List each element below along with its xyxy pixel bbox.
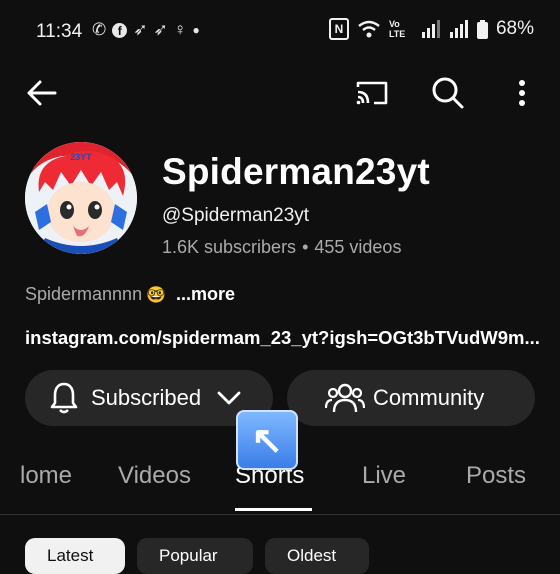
channel-handle: @Spiderman23yt bbox=[162, 205, 310, 226]
tab-posts[interactable]: Posts bbox=[466, 462, 526, 490]
facebook-icon: f bbox=[112, 22, 128, 38]
stats-separator: • bbox=[302, 237, 309, 257]
system-icons: N Vo LTE 68% bbox=[328, 18, 534, 40]
cast-icon bbox=[356, 81, 388, 105]
wifi-icon bbox=[358, 20, 380, 38]
video-count: 455 videos bbox=[314, 237, 402, 257]
search-button[interactable] bbox=[426, 71, 470, 115]
channel-description[interactable]: Spidermannnn 🤓 ...more bbox=[25, 284, 235, 305]
community-label: Community bbox=[373, 385, 485, 410]
chevron-down-icon bbox=[217, 391, 241, 405]
back-arrow-icon bbox=[27, 80, 57, 106]
tab-home[interactable]: lome bbox=[20, 462, 72, 490]
people-icon bbox=[325, 383, 365, 413]
avatar-text: 23YT bbox=[70, 152, 92, 162]
battery-icon bbox=[476, 19, 488, 39]
volte-icon: Vo LTE bbox=[388, 19, 406, 39]
signal-icon bbox=[449, 20, 468, 38]
tab-videos[interactable]: Videos bbox=[118, 462, 191, 490]
status-bar: 11:34 ✆ f ➶ ➶ ♀ ● N Vo LTE 68% bbox=[0, 0, 560, 62]
community-button[interactable]: Community bbox=[287, 370, 535, 426]
channel-link[interactable]: instagram.com/spidermam_23_yt?igsh=OGt3b… bbox=[25, 327, 540, 349]
cast-button[interactable] bbox=[350, 71, 394, 115]
chip-popular[interactable]: Popular bbox=[137, 538, 253, 574]
active-tab-indicator bbox=[235, 508, 312, 511]
feather-icon: ➶ bbox=[133, 20, 148, 39]
app-bar bbox=[0, 62, 560, 126]
subscriber-count: 1.6K subscribers bbox=[162, 237, 297, 257]
walk-icon: ♀ bbox=[173, 20, 187, 39]
nfc-icon: N bbox=[328, 18, 349, 40]
avatar-image: 23YT bbox=[25, 142, 137, 254]
channel-name: Spiderman23yt bbox=[162, 151, 430, 192]
more-vert-icon bbox=[519, 80, 525, 106]
tab-live[interactable]: Live bbox=[362, 462, 406, 490]
search-icon bbox=[432, 77, 464, 109]
subscribed-label: Subscribed bbox=[91, 385, 202, 410]
channel-stats: 1.6K subscribers • 455 videos bbox=[162, 237, 401, 258]
avatar[interactable]: 23YT bbox=[25, 142, 137, 254]
signal-icon bbox=[421, 20, 440, 38]
status-time: 11:34 bbox=[36, 21, 83, 42]
nerd-face-emoji: 🤓 bbox=[146, 286, 167, 304]
chip-oldest[interactable]: Oldest bbox=[265, 538, 369, 574]
dot-icon: ● bbox=[192, 23, 200, 37]
chip-latest[interactable]: Latest bbox=[25, 538, 125, 574]
whatsapp-icon: ✆ bbox=[92, 20, 107, 39]
bell-icon bbox=[50, 382, 78, 414]
feather-icon: ➶ bbox=[153, 20, 168, 39]
more-link[interactable]: ...more bbox=[176, 284, 235, 305]
up-left-arrow-icon: ↖ bbox=[236, 410, 298, 470]
description-text: Spidermannnn bbox=[25, 284, 143, 304]
battery-percent: 68% bbox=[495, 18, 534, 39]
notification-icons: ✆ f ➶ ➶ ♀ ● bbox=[92, 20, 200, 40]
more-options-button[interactable] bbox=[500, 71, 544, 115]
back-button[interactable] bbox=[20, 71, 64, 115]
tabs-divider bbox=[0, 514, 560, 515]
